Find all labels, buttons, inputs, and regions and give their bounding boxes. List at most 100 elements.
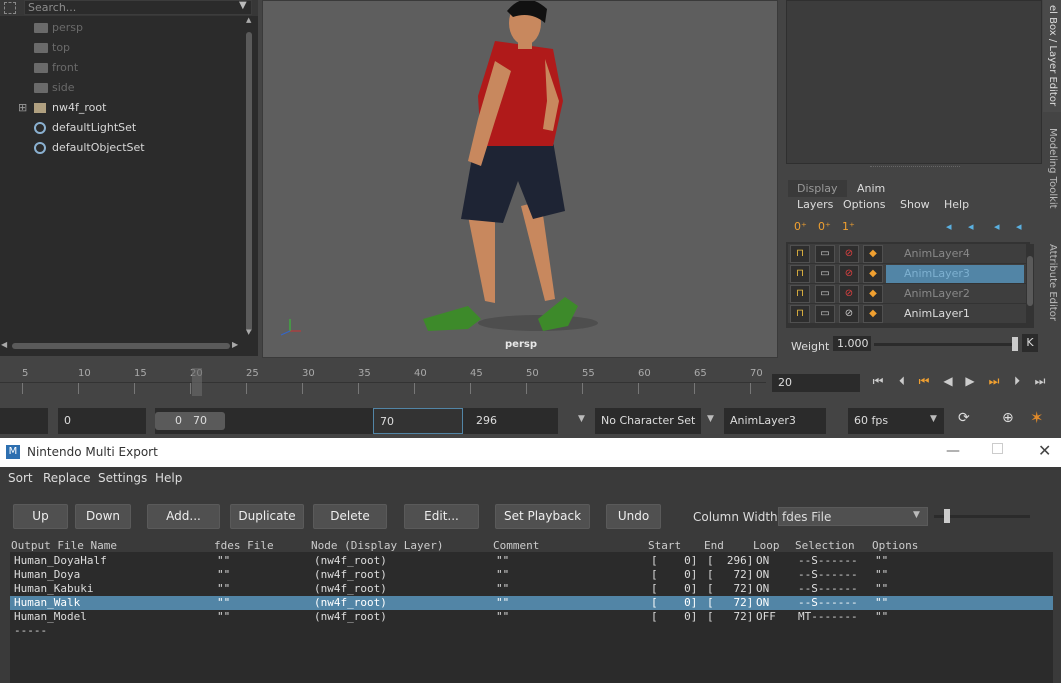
anim-layer-row[interactable]: ⊓ ▭ ⊘ ◆ AnimLayer3 [788,264,1026,284]
ghost-icon[interactable]: ◆ [863,265,883,283]
outliner-item-nw4f_root[interactable]: ⊞ nw4f_root [0,98,244,118]
mute-icon[interactable]: ▭ [815,245,835,263]
weight-slider[interactable] [874,337,1018,351]
menu-help[interactable]: Help [944,198,969,211]
move-layer-down-icon[interactable]: ◂ [968,220,974,233]
add-selected-layer-icon[interactable]: 0⁺ [818,220,831,233]
chevron-down-icon[interactable]: ▼ [239,0,247,11]
outliner-horizontal-scrollbar[interactable]: ◀ ▶ [0,340,244,352]
undo-button[interactable]: Undo [606,504,661,529]
mute-icon[interactable]: ▭ [815,305,835,323]
menu-sort[interactable]: Sort [8,471,33,485]
solo-icon[interactable]: ⊘ [839,245,859,263]
anim-layer-row[interactable]: ⊓ ▭ ⊘ ◆ AnimLayer1 [788,304,1026,324]
panel-splitter[interactable] [870,166,960,169]
delete-button[interactable]: Delete [313,504,387,529]
table-row[interactable]: Human_Walk "" (nw4f_root) "" [ 0] [ 72] ON --S-… [10,596,1053,610]
down-button[interactable]: Down [75,504,131,529]
play-backward-icon[interactable]: ◀ [939,374,957,390]
playback-start-field[interactable]: 0 [58,408,146,434]
animation-start-field[interactable] [0,408,48,434]
outliner-vertical-scrollbar[interactable]: ▲ ▼ [244,16,255,340]
character-set-dropdown[interactable]: No Character Set [595,408,701,434]
column-header[interactable]: Output File Name [11,539,117,552]
step-forward-key-icon[interactable]: ⏭ [985,374,1003,390]
chevron-down-icon[interactable]: ▼ [707,414,714,424]
table-row[interactable]: Human_Doya "" (nw4f_root) "" [ 0] [ 72] ON --S-… [10,568,1053,582]
outliner-item-defaultObjectSet[interactable]: defaultObjectSet [0,138,244,158]
column-header[interactable]: fdes File [214,539,274,552]
close-icon[interactable]: ✕ [1038,441,1051,460]
ghost-icon[interactable]: ◆ [863,305,883,323]
tab-display[interactable]: Display [788,180,847,197]
search-input[interactable]: Search... [24,0,252,15]
outliner-item-defaultLightSet[interactable]: defaultLightSet [0,118,244,138]
filter-icon[interactable] [4,2,16,14]
current-frame-field[interactable]: 20 [772,374,860,392]
table-row[interactable]: Human_Kabuki "" (nw4f_root) "" [ 0] [ 72] ON --… [10,582,1053,596]
anim-layer-row[interactable]: ⊓ ▭ ⊘ ◆ AnimLayer4 [788,244,1026,264]
column-header[interactable]: Options [872,539,918,552]
edit-button[interactable]: Edit... [404,504,479,529]
preferences-icon[interactable]: ✶ [1030,408,1043,427]
column-width-slider[interactable] [934,509,1030,523]
deselect-layer-icon[interactable]: ◂ [1016,220,1022,233]
lock-icon[interactable]: ⊓ [790,285,810,303]
add-override-layer-icon[interactable]: 1⁺ [842,220,855,233]
ghost-icon[interactable]: ◆ [863,285,883,303]
column-width-dropdown[interactable]: fdes File ▼ [778,507,928,526]
menu-help[interactable]: Help [155,471,182,485]
viewport-3d[interactable]: persp [262,0,778,358]
mute-icon[interactable]: ▭ [815,285,835,303]
table-row[interactable]: ----- [10,624,1053,638]
step-forward-frame-icon[interactable]: ⏵ [1008,374,1026,390]
outliner-item-top[interactable]: top [0,38,244,58]
outliner-item-front[interactable]: front [0,58,244,78]
tab-attribute-editor[interactable]: Attribute Editor [1043,232,1061,332]
solo-icon[interactable]: ⊘ [839,305,859,323]
export-table[interactable]: Human_DoyaHalf "" (nw4f_root) ""[ 0][ 296] O… [10,552,1053,683]
animation-end-field[interactable]: 296 [470,408,558,434]
weight-field[interactable]: 1.000 [833,336,871,351]
duplicate-button[interactable]: Duplicate [230,504,304,529]
add-button[interactable]: Add... [147,504,220,529]
lock-icon[interactable]: ⊓ [790,265,810,283]
time-slider[interactable]: 510152025303540455055606570 [0,366,766,398]
menu-options[interactable]: Options [843,198,885,211]
chevron-down-icon[interactable]: ▼ [578,414,585,424]
menu-replace[interactable]: Replace [43,471,90,485]
tab-channel-box-layer-editor[interactable]: el Box / Layer Editor [1043,0,1061,112]
select-layer-icon[interactable]: ◂ [994,220,1000,233]
current-time-marker[interactable] [192,368,202,396]
maximize-icon[interactable] [992,443,1003,454]
column-header[interactable]: Node (Display Layer) [311,539,443,552]
play-forward-icon[interactable]: ▶ [961,374,979,390]
tab-anim[interactable]: Anim [848,180,895,197]
key-weight-button[interactable]: K [1022,334,1038,352]
up-button[interactable]: Up [13,504,68,529]
menu-show[interactable]: Show [900,198,930,211]
outliner-item-persp[interactable]: persp [0,18,244,38]
solo-icon[interactable]: ⊘ [839,285,859,303]
outliner-item-side[interactable]: side [0,78,244,98]
column-header[interactable]: Selection [795,539,855,552]
column-header[interactable]: End [704,539,724,552]
menu-settings[interactable]: Settings [98,471,147,485]
playback-end-field[interactable]: 70 [373,408,463,434]
table-row[interactable]: Human_DoyaHalf "" (nw4f_root) "" [ 0] [ 296] O… [10,554,1053,568]
auto-key-icon[interactable]: ⊕ [1002,410,1014,426]
move-layer-up-icon[interactable]: ◂ [946,220,952,233]
go-to-end-icon[interactable]: ⏭ [1031,374,1049,390]
lock-icon[interactable]: ⊓ [790,305,810,323]
menu-layers[interactable]: Layers [797,198,833,211]
step-back-key-icon[interactable]: ⏮ [915,374,933,390]
anim-layer-dropdown[interactable]: AnimLayer3 [724,408,826,434]
chevron-down-icon[interactable]: ▼ [930,414,937,424]
add-layer-icon[interactable]: 0⁺ [794,220,807,233]
step-back-frame-icon[interactable]: ⏴ [893,374,911,390]
loop-icon[interactable]: ⟳ [958,410,970,426]
tab-modeling-toolkit[interactable]: Modeling Toolkit [1043,118,1061,218]
go-to-start-icon[interactable]: ⏮ [869,374,887,390]
column-header[interactable]: Loop [753,539,780,552]
expand-icon[interactable]: ⊞ [18,98,27,118]
